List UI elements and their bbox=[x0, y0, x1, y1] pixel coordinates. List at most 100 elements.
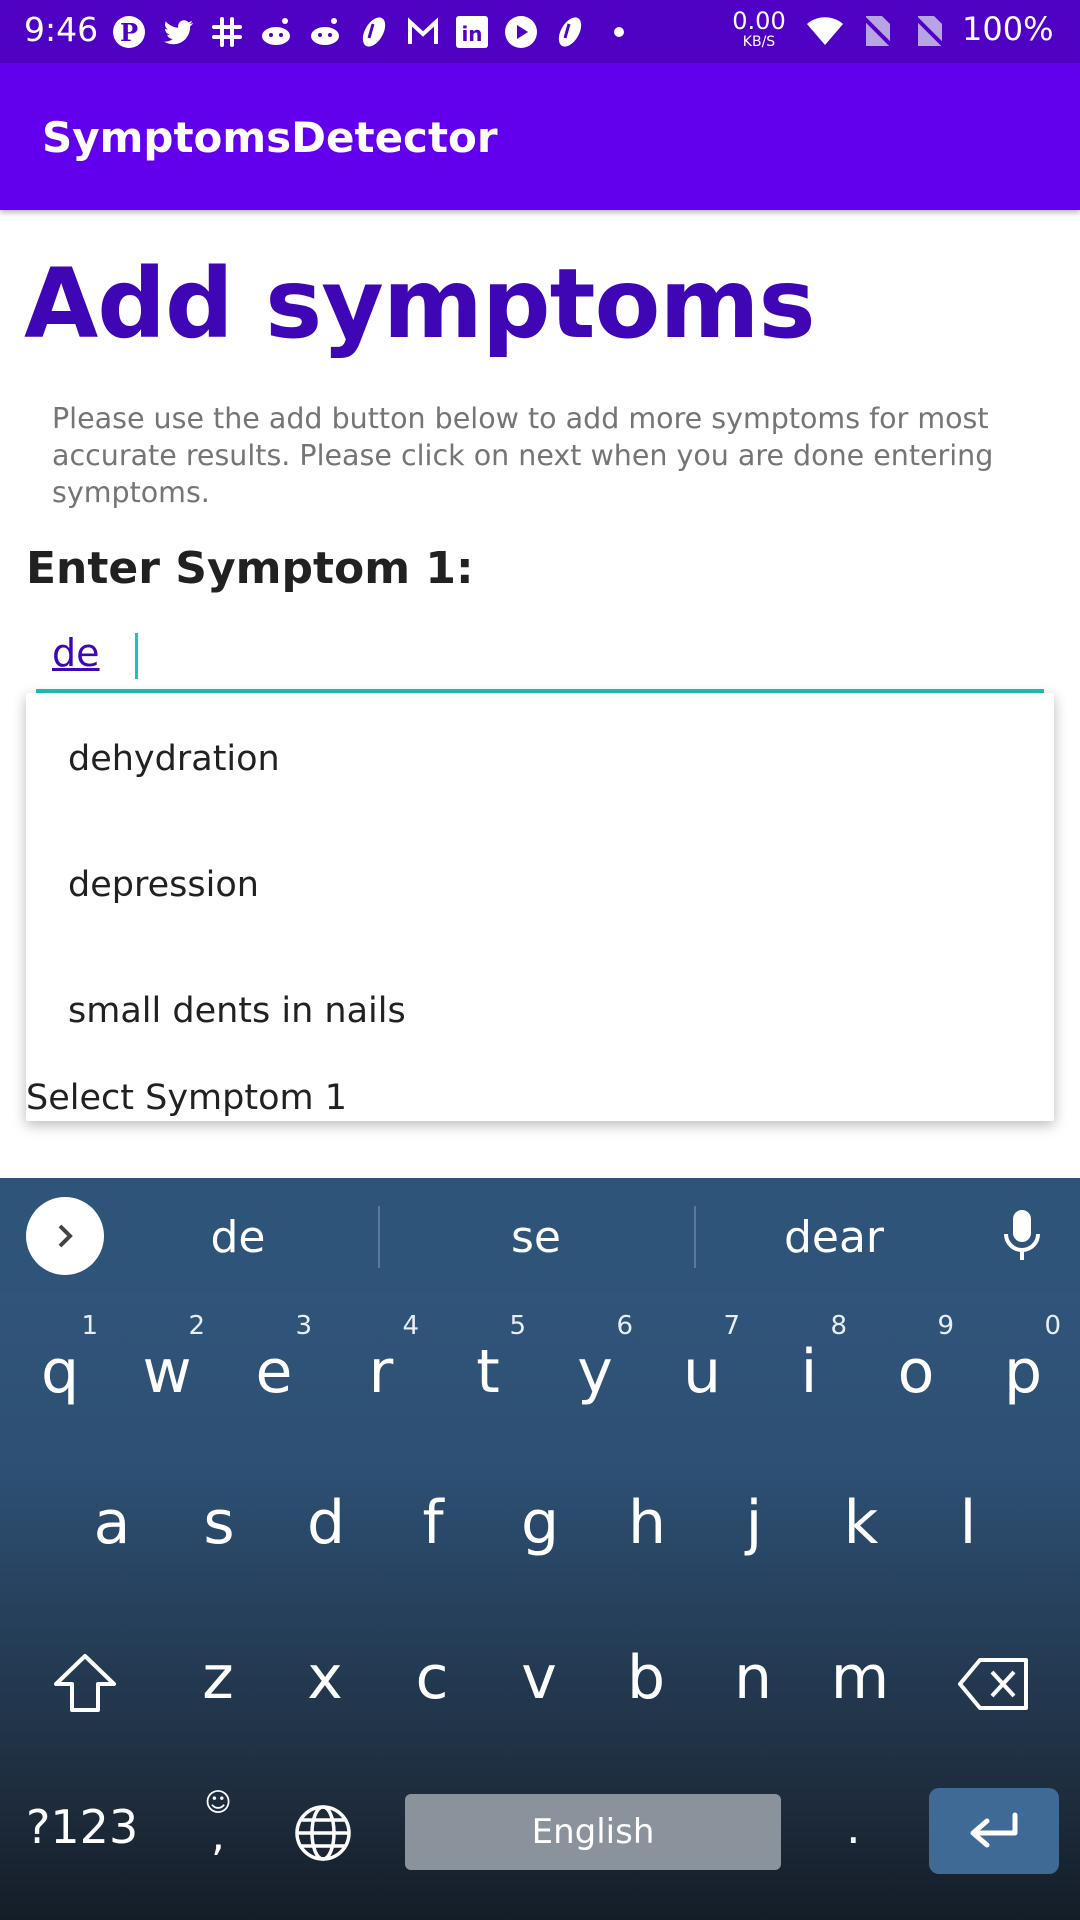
key-o[interactable]: o9 bbox=[868, 1311, 964, 1427]
svg-text:P: P bbox=[120, 18, 138, 47]
keyboard-suggestion-bar: de se dear bbox=[0, 1178, 1080, 1293]
network-speed: 0.00 KB/S bbox=[728, 9, 790, 49]
key-hint: 1 bbox=[81, 1311, 98, 1341]
app-icon bbox=[355, 13, 393, 51]
key-hint: 0 bbox=[1044, 1311, 1061, 1341]
instructions-text: Please use the add button below to add m… bbox=[52, 402, 994, 509]
key-hint: 7 bbox=[723, 1311, 740, 1341]
key-hint: 9 bbox=[937, 1311, 954, 1341]
microphone-icon[interactable] bbox=[1000, 1208, 1044, 1268]
symptom-input[interactable]: de bbox=[36, 623, 1044, 693]
key-hint: 2 bbox=[188, 1311, 205, 1341]
key-f[interactable]: f bbox=[385, 1468, 481, 1578]
key-t[interactable]: t5 bbox=[440, 1311, 536, 1427]
no-sim-icon bbox=[858, 12, 896, 54]
autocomplete-dropdown: dehydration depression small dents in na… bbox=[26, 693, 1054, 1121]
key-d[interactable]: d bbox=[278, 1468, 374, 1578]
key-label: y bbox=[577, 1337, 613, 1407]
notification-icons: P in bbox=[110, 13, 638, 51]
key-label: q bbox=[40, 1337, 80, 1407]
key-b[interactable]: b bbox=[598, 1623, 694, 1733]
gmail-icon bbox=[404, 13, 442, 51]
status-time: 9:46 bbox=[24, 10, 99, 49]
suggestion-de[interactable]: de bbox=[128, 1212, 348, 1263]
enter-key[interactable] bbox=[929, 1788, 1059, 1874]
key-label: w bbox=[142, 1337, 192, 1407]
symptom-input-value: de bbox=[52, 631, 100, 675]
svg-text:in: in bbox=[461, 22, 482, 46]
key-p[interactable]: p0 bbox=[975, 1311, 1071, 1427]
suggestion-expand-button[interactable] bbox=[26, 1197, 104, 1275]
key-y[interactable]: y6 bbox=[547, 1311, 643, 1427]
key-c[interactable]: c bbox=[384, 1623, 480, 1733]
pinterest-icon: P bbox=[110, 13, 148, 51]
suggestion-se[interactable]: se bbox=[426, 1212, 646, 1263]
key-x[interactable]: x bbox=[277, 1623, 373, 1733]
wifi-icon bbox=[806, 12, 844, 54]
suggestion-item-dehydration[interactable]: dehydration bbox=[68, 739, 280, 779]
no-sim-icon bbox=[910, 12, 948, 54]
key-v[interactable]: v bbox=[491, 1623, 587, 1733]
app-title: SymptomsDetector bbox=[42, 113, 498, 162]
key-q[interactable]: q1 bbox=[12, 1311, 108, 1427]
enter-icon bbox=[970, 1812, 1018, 1848]
key-label: i bbox=[800, 1337, 818, 1407]
key-label: o bbox=[897, 1337, 935, 1407]
symptom-input-text[interactable]: de bbox=[52, 631, 100, 675]
suggestion-divider bbox=[694, 1206, 696, 1268]
twitter-icon bbox=[159, 13, 197, 51]
linkedin-icon: in bbox=[453, 13, 491, 51]
key-label: u bbox=[682, 1337, 722, 1407]
key-r[interactable]: r4 bbox=[333, 1311, 429, 1427]
key-w[interactable]: w2 bbox=[119, 1311, 215, 1427]
comma-label: , bbox=[211, 1810, 225, 1861]
page-title: Add symptoms bbox=[24, 248, 816, 360]
key-hint: 6 bbox=[616, 1311, 633, 1341]
key-s[interactable]: s bbox=[171, 1468, 267, 1578]
key-hint: 8 bbox=[830, 1311, 847, 1341]
dot-icon bbox=[600, 13, 638, 51]
key-a[interactable]: a bbox=[64, 1468, 160, 1578]
system-icons bbox=[806, 12, 948, 54]
network-speed-value: 0.00 bbox=[732, 7, 786, 35]
key-z[interactable]: z bbox=[170, 1623, 266, 1733]
key-e[interactable]: e3 bbox=[226, 1311, 322, 1427]
key-l[interactable]: l bbox=[920, 1468, 1016, 1578]
emoji-comma-key[interactable]: ☺ , bbox=[198, 1788, 238, 1861]
key-hint: 3 bbox=[295, 1311, 312, 1341]
language-key[interactable] bbox=[293, 1803, 353, 1867]
key-i[interactable]: i8 bbox=[761, 1311, 857, 1427]
backspace-icon bbox=[958, 1658, 1028, 1710]
key-k[interactable]: k bbox=[813, 1468, 909, 1578]
key-hint: 4 bbox=[402, 1311, 419, 1341]
key-label: r bbox=[368, 1337, 394, 1407]
key-n[interactable]: n bbox=[705, 1623, 801, 1733]
key-j[interactable]: j bbox=[706, 1468, 802, 1578]
app-bar: SymptomsDetector bbox=[0, 63, 1080, 210]
suggestion-item-small-dents-in-nails[interactable]: small dents in nails bbox=[68, 991, 406, 1031]
backspace-key[interactable] bbox=[958, 1656, 1030, 1716]
key-g[interactable]: g bbox=[492, 1468, 588, 1578]
reddit-icon bbox=[257, 13, 295, 51]
key-label: t bbox=[476, 1337, 500, 1407]
chevron-right-icon bbox=[58, 1224, 73, 1248]
shift-key[interactable] bbox=[52, 1652, 118, 1718]
suggestion-divider bbox=[378, 1206, 380, 1268]
app-icon bbox=[551, 13, 589, 51]
suggestion-dear[interactable]: dear bbox=[724, 1212, 944, 1263]
period-key[interactable]: . bbox=[846, 1800, 861, 1854]
slack-icon bbox=[208, 13, 246, 51]
space-key[interactable]: English bbox=[405, 1794, 781, 1870]
key-h[interactable]: h bbox=[599, 1468, 695, 1578]
select-symptom-label: Select Symptom 1 bbox=[26, 1078, 347, 1118]
suggestion-item-depression[interactable]: depression bbox=[68, 865, 259, 905]
battery-percent: 100% bbox=[962, 10, 1054, 48]
key-label: e bbox=[255, 1337, 293, 1407]
symbols-key[interactable]: ?123 bbox=[26, 1800, 138, 1854]
symptom-label: Enter Symptom 1: bbox=[26, 543, 474, 594]
key-m[interactable]: m bbox=[812, 1623, 908, 1733]
network-speed-unit: KB/S bbox=[742, 34, 776, 50]
key-u[interactable]: u7 bbox=[654, 1311, 750, 1427]
status-bar: 9:46 P in 0.00 KB/S 100% bbox=[0, 0, 1080, 63]
key-hint: 5 bbox=[509, 1311, 526, 1341]
